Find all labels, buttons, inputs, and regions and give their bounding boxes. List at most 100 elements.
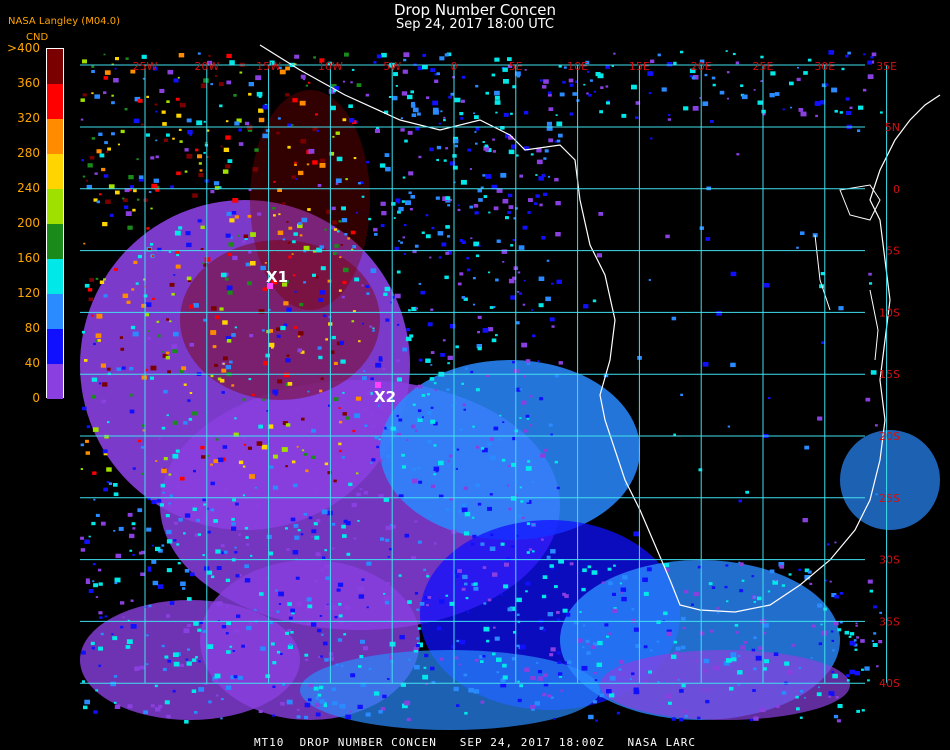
legend-label: 120 <box>17 286 40 300</box>
cloud-pixel <box>126 300 131 304</box>
legend-swatch <box>47 119 63 154</box>
cloud-pixel <box>415 429 418 432</box>
cloud-pixel <box>542 693 547 697</box>
cloud-pixel <box>163 389 168 394</box>
cloud-pixel <box>288 226 293 230</box>
cloud-pixel <box>229 360 233 364</box>
cloud-pixel <box>396 359 400 362</box>
cloud-pixel <box>498 438 501 441</box>
cloud-pixel <box>108 482 113 485</box>
cloud-pixel <box>503 112 509 117</box>
cloud-pixel <box>331 687 336 691</box>
cloud-pixel <box>365 712 371 717</box>
cloud-pixel <box>129 533 135 539</box>
cloud-pixel <box>154 103 158 106</box>
cloud-pixel <box>583 304 589 309</box>
cloud-pixel <box>339 256 342 259</box>
cloud-pixel <box>366 606 369 609</box>
cloud-pixel <box>396 270 401 274</box>
cloud-pixel <box>85 179 88 182</box>
cloud-pixel <box>307 604 313 609</box>
cloud-pixel <box>324 604 330 610</box>
cloud-pixel <box>555 114 558 116</box>
cloud-pixel <box>810 657 813 659</box>
cloud-pixel <box>247 214 252 218</box>
cloud-pixel <box>292 98 298 103</box>
cloud-pixel <box>225 135 231 140</box>
cloud-region <box>840 430 940 530</box>
cloud-pixel <box>846 679 850 682</box>
cloud-pixel <box>379 163 386 168</box>
cloud-pixel <box>315 552 321 557</box>
cloud-pixel <box>398 206 404 212</box>
cloud-pixel <box>459 239 464 242</box>
cloud-pixel <box>745 490 749 494</box>
cloud-pixel <box>542 575 548 579</box>
cloud-pixel <box>180 476 185 481</box>
cloud-pixel <box>348 482 353 486</box>
cloud-pixel <box>211 306 217 311</box>
cloud-pixel <box>293 524 299 528</box>
cloud-pixel <box>487 442 492 446</box>
cloud-pixel <box>222 320 228 325</box>
cloud-pixel <box>436 158 439 162</box>
cloud-pixel <box>680 50 684 54</box>
cloud-pixel <box>159 503 164 507</box>
cloud-pixel <box>175 449 180 453</box>
cloud-pixel <box>191 689 197 693</box>
cloud-pixel <box>510 244 514 247</box>
cloud-pixel <box>361 387 365 390</box>
cloud-pixel <box>355 396 362 401</box>
cloud-pixel <box>546 555 551 559</box>
cloud-pixel <box>214 75 218 77</box>
cloud-pixel <box>141 54 147 59</box>
cloud-pixel <box>518 514 523 518</box>
cloud-pixel <box>613 564 616 567</box>
cloud-pixel <box>438 122 441 125</box>
cloud-pixel <box>372 327 375 330</box>
cloud-pixel <box>290 608 295 613</box>
cloud-pixel <box>218 82 224 87</box>
cloud-pixel <box>396 323 400 326</box>
cloud-pixel <box>198 173 204 178</box>
cloud-pixel <box>332 701 338 706</box>
cloud-pixel <box>370 412 375 417</box>
legend-label: 280 <box>17 146 40 160</box>
cloud-pixel <box>113 701 117 704</box>
cloud-pixel <box>165 351 170 355</box>
cloud-pixel <box>99 280 105 284</box>
cloud-pixel <box>162 667 167 671</box>
cloud-pixel <box>588 93 592 97</box>
cloud-pixel <box>335 182 339 185</box>
legend-label: 160 <box>17 251 40 265</box>
cloud-pixel <box>117 143 120 146</box>
cloud-pixel <box>752 689 756 692</box>
cloud-pixel <box>458 663 461 666</box>
cloud-pixel <box>525 581 531 586</box>
cloud-pixel <box>324 462 329 466</box>
cloud-pixel <box>387 556 390 558</box>
cloud-pixel <box>141 123 144 126</box>
cloud-pixel <box>445 196 451 200</box>
cloud-pixel <box>337 618 340 620</box>
cloud-pixel <box>760 707 766 713</box>
cloud-pixel <box>353 537 357 540</box>
cloud-pixel <box>252 167 259 172</box>
cloud-pixel <box>170 185 174 189</box>
cloud-pixel <box>228 242 235 247</box>
cloud-pixel <box>223 550 228 554</box>
cloud-pixel <box>538 276 545 281</box>
cloud-pixel <box>194 711 198 714</box>
cloud-pixel <box>537 676 543 681</box>
cloud-pixel <box>97 339 101 342</box>
cloud-pixel <box>757 100 763 105</box>
cloud-pixel <box>809 582 813 585</box>
cloud-pixel <box>450 404 453 407</box>
cloud-pixel <box>839 111 843 114</box>
cloud-pixel <box>473 586 479 591</box>
cloud-pixel <box>226 285 233 291</box>
cloud-pixel <box>433 382 437 385</box>
cloud-pixel <box>184 513 191 518</box>
cloud-pixel <box>256 441 263 446</box>
cloud-pixel <box>237 234 240 237</box>
